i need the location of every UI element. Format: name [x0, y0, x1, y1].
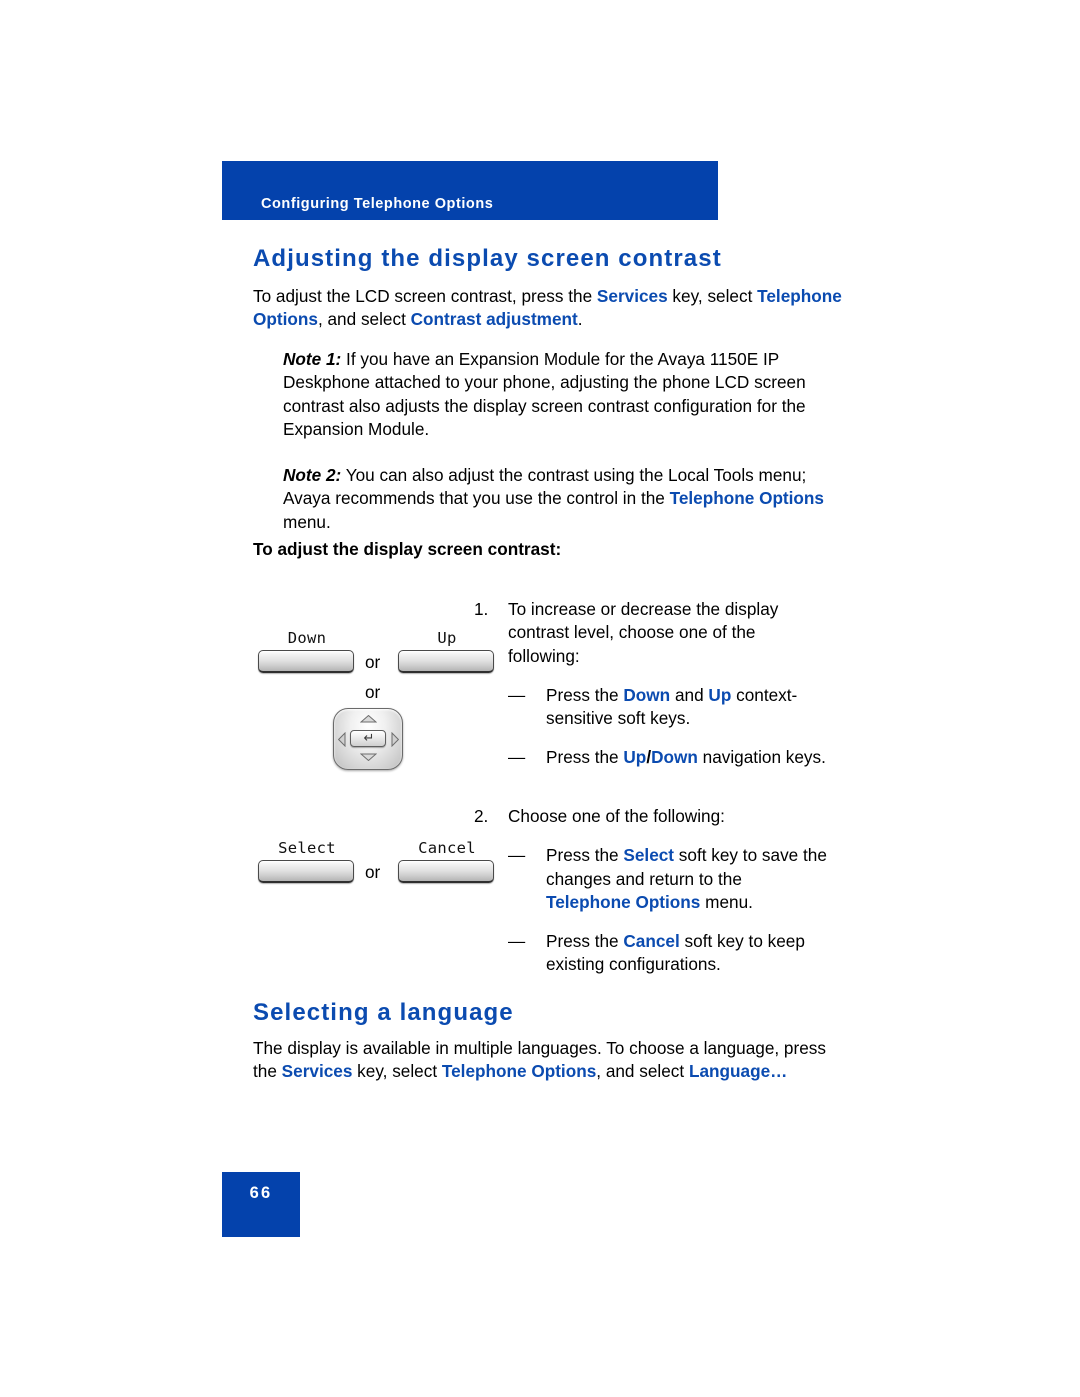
procedure-subheading: To adjust the display screen contrast: — [253, 539, 562, 559]
softkey-cancel[interactable]: Cancel — [398, 840, 496, 883]
softkey-up-button[interactable] — [398, 650, 494, 673]
navigation-enter-key[interactable]: ↵ — [350, 730, 386, 747]
softkey-select-button[interactable] — [258, 860, 354, 883]
intro-text-3: , and select — [317, 309, 411, 330]
softkey-cancel-button[interactable] — [398, 860, 494, 883]
step-1-body: To increase or decrease the display cont… — [508, 598, 828, 770]
navigation-key-cluster[interactable]: ↵ — [333, 708, 403, 770]
enter-arrow-icon: ↵ — [363, 730, 375, 745]
chevron-up-icon[interactable] — [360, 715, 377, 723]
term-cancel: Cancel — [623, 931, 680, 952]
s1b2-text-c: navigation keys. — [697, 747, 826, 768]
softkey-cancel-label: Cancel — [418, 839, 476, 857]
page-number-box: 66 — [222, 1172, 300, 1237]
step-1-number: 1. — [474, 599, 489, 619]
s1b1-text-a: Press the — [546, 684, 624, 705]
softkey-up-label: Up — [437, 629, 457, 647]
language-text-2: key, select — [352, 1061, 442, 1082]
s2b1-text-c: menu. — [700, 891, 753, 912]
intro-text-4: . — [577, 309, 583, 330]
softkey-select-label: Select — [278, 839, 336, 857]
note-2-label: Note 2: — [283, 465, 342, 485]
step-1-lead: To increase or decrease the display cont… — [508, 599, 779, 666]
intro-text-1: To adjust the LCD screen contrast, press… — [253, 286, 597, 306]
step-2-number: 2. — [474, 806, 489, 826]
term-telephone-options: Telephone Options — [441, 1061, 597, 1082]
term-up: Up — [708, 684, 732, 705]
section-heading-language: Selecting a language — [253, 999, 514, 1026]
s2b1-text-a: Press the — [546, 845, 624, 866]
em-dash-icon: — — [508, 747, 526, 768]
note-2-term-telephone-options: Telephone Options — [669, 488, 824, 509]
note-2: Note 2: You can also adjust the contrast… — [283, 464, 855, 534]
softkey-down-button[interactable] — [258, 650, 354, 673]
or-separator-selectcancel: or — [365, 862, 381, 882]
step-2-bullet-1: — Press the Select soft key to save the c… — [508, 844, 828, 914]
chevron-right-icon[interactable] — [391, 732, 399, 747]
term-select: Select — [623, 845, 675, 866]
term-services: Services — [596, 286, 668, 306]
step-1-bullet-1: — Press the Down and Up context-sensitive… — [508, 684, 828, 731]
term-services: Services — [281, 1061, 353, 1082]
note-1-text: If you have an Expansion Module for the … — [283, 349, 806, 439]
running-header-bar: Configuring Telephone Options — [222, 161, 718, 220]
step-2-bullet-2: — Press the Cancel soft key to keep exist… — [508, 930, 828, 977]
document-page: Configuring Telephone Options Adjusting … — [0, 0, 1080, 1397]
running-header-label: Configuring Telephone Options — [261, 196, 494, 212]
s1b2-text-a: Press the — [546, 747, 624, 768]
page-number-label: 66 — [249, 1184, 273, 1202]
softkey-select[interactable]: Select — [258, 840, 356, 883]
note-1-label: Note 1: — [283, 349, 342, 369]
intro-text-2: key, select — [667, 286, 758, 306]
step-1-bullet-2: — Press the Up/Down navigation keys. — [508, 746, 828, 769]
term-up: Up — [623, 747, 647, 768]
em-dash-icon: — — [508, 845, 526, 866]
softkey-up[interactable]: Up — [398, 630, 496, 673]
softkey-down-label: Down — [287, 629, 327, 647]
intro-paragraph: To adjust the LCD screen contrast, press… — [253, 285, 853, 332]
em-dash-icon: — — [508, 931, 526, 952]
note-1: Note 1: If you have an Expansion Module … — [283, 348, 855, 441]
or-separator-updown-below: or — [365, 682, 381, 702]
s2b2-text-a: Press the — [546, 931, 624, 952]
chevron-down-icon[interactable] — [360, 753, 377, 761]
term-down: Down — [651, 747, 698, 768]
language-text-3: , and select — [596, 1061, 689, 1082]
term-language: Language… — [688, 1061, 788, 1082]
em-dash-icon: — — [508, 684, 526, 705]
term-telephone-options: Telephone Options — [546, 891, 701, 912]
term-down: Down — [623, 684, 671, 705]
language-paragraph: The display is available in multiple lan… — [253, 1037, 853, 1084]
or-separator-updown-inline: or — [365, 652, 381, 672]
chevron-left-icon[interactable] — [338, 732, 346, 747]
step-2-body: Choose one of the following: — Press the … — [508, 805, 828, 977]
term-contrast-adjustment: Contrast adjustment — [410, 309, 578, 330]
section-heading-contrast: Adjusting the display screen contrast — [253, 245, 722, 272]
s1b1-text-b: and — [670, 684, 709, 705]
step-2-lead: Choose one of the following: — [508, 806, 725, 826]
softkey-down[interactable]: Down — [258, 630, 356, 673]
note-2-text-b: menu. — [283, 511, 331, 532]
